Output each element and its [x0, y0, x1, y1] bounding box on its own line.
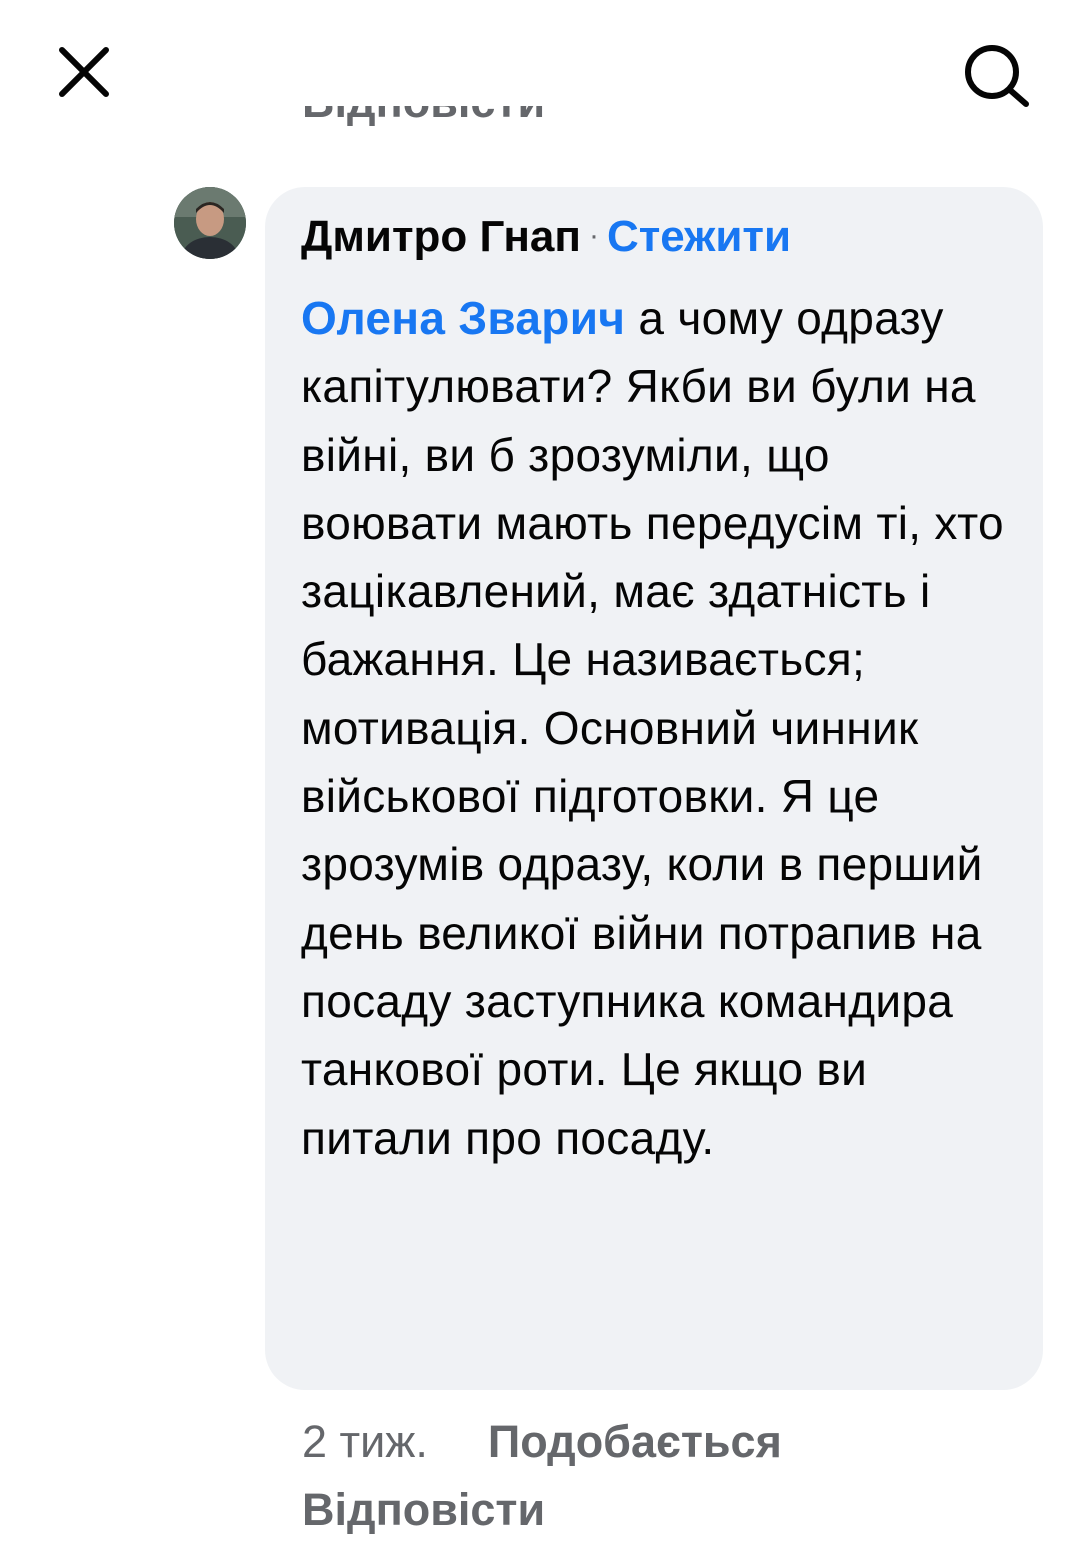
close-button[interactable] — [52, 40, 116, 104]
mention-link[interactable]: Олена Зварич — [301, 292, 625, 344]
previous-reply-link[interactable]: Відповісти — [302, 106, 545, 146]
comment-bubble: Дмитро Гнап · Стежити Олена Зварич а чому … — [265, 187, 1043, 1390]
like-button[interactable]: Подобається — [488, 1416, 782, 1467]
search-button[interactable] — [958, 40, 1034, 110]
author-name[interactable]: Дмитро Гнап — [301, 212, 581, 261]
avatar[interactable] — [174, 187, 246, 259]
comment-time[interactable]: 2 тиж. — [302, 1416, 428, 1467]
comment-actions: 2 тиж. Подобається Відповісти — [302, 1408, 1042, 1544]
reply-button[interactable]: Відповісти — [302, 1484, 545, 1535]
comment-screen: Відповісти Дмитро Гнап·Стежити Олена Зва… — [0, 0, 1080, 1556]
previous-reply-label: Відповісти — [302, 106, 545, 127]
comment-body: Олена Зварич а чому одразу капітулювати?… — [301, 284, 1013, 1172]
follow-link[interactable]: Стежити — [607, 212, 791, 261]
close-icon — [59, 47, 109, 97]
avatar-image — [174, 187, 246, 259]
search-icon — [965, 45, 1029, 107]
comment-header: Дмитро Гнап · Стежити — [301, 209, 1013, 270]
separator-dot: · — [588, 219, 599, 252]
comment-text: а чому одразу капітулювати? Якби ви були… — [301, 292, 1004, 1164]
